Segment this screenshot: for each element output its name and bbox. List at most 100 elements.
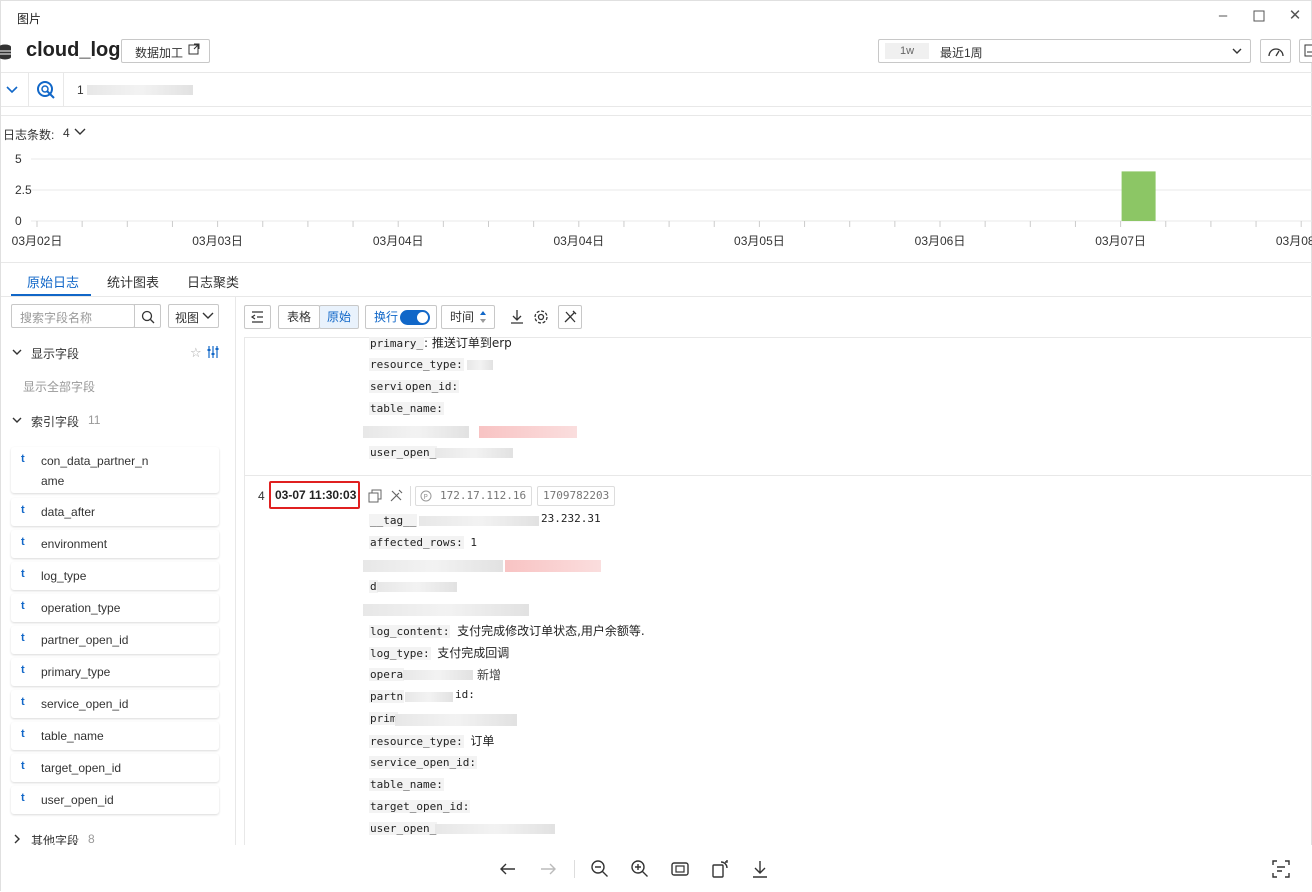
text-type-icon: t [21,453,25,465]
fit-screen-icon[interactable] [670,859,692,879]
field-name: data_after [41,505,96,519]
rotate-icon[interactable] [710,859,732,879]
unix-timestamp: 1709782203 [543,489,610,502]
logstore-header: cloud_log 数据加工 1w 最近1周 [0,33,1312,73]
field-search-input[interactable]: 搜索字段名称 [11,304,135,328]
log-key-tail: open_id: [404,380,460,393]
log-value: 支付完成修改订单状态,用户余额等. [457,624,645,638]
y-tick-label: 2.5 [15,183,32,197]
wrap-toggle[interactable]: 换行 [365,305,437,329]
chevron-right-icon[interactable] [12,834,22,844]
field-item[interactable]: t partner_open_id [11,626,219,654]
log-key: primary_ [369,337,424,350]
tab-charts[interactable]: 统计图表 [107,272,159,291]
data-process-button[interactable]: 数据加工 [121,39,210,63]
gear-icon[interactable] [533,309,549,325]
arrow-left-icon[interactable] [498,859,520,879]
query-input-redacted[interactable] [87,85,193,95]
field-name: user_open_id [41,793,114,807]
log-key: affected_rows: [369,536,464,549]
log-field-table-name: table_name: [369,776,444,794]
redacted-line [505,560,601,572]
search-icon [141,310,155,324]
source-ip-tag[interactable]: P 172.17.112.16 [415,486,532,506]
field-item[interactable]: t operation_type [11,594,219,622]
field-search-button[interactable] [134,304,161,328]
close-icon[interactable]: ✕ [1282,5,1308,27]
redacted-value [403,670,473,680]
text-recognition-icon[interactable] [1271,859,1293,879]
field-sidebar: 搜索字段名称 视图 显示字段 ☆ 显示全部字段 索引字段 11 t con_da… [1,297,236,845]
histogram-chart: 5 2.5 0 03月02日 03月03日 03月04日 03月04日 03月05日 03月06… [12,152,1312,248]
wrench-icon [564,310,577,323]
chevron-down-icon[interactable] [74,127,86,137]
field-item[interactable]: t con_data_partner_n ame [11,447,219,493]
field-item[interactable]: t target_open_id [11,754,219,782]
data-process-label: 数据加工 [135,46,184,60]
chevron-down-icon[interactable] [12,415,22,425]
log-value: 新增 [477,668,502,682]
field-item[interactable]: t table_name [11,722,219,750]
logstore-name: cloud_log [26,39,121,61]
show-all-fields-link[interactable]: 显示全部字段 [23,378,95,395]
log-field-log-type: log_type: 支付完成回调 [369,644,509,662]
table-view-button[interactable]: 表格 [278,305,320,329]
divider [63,73,64,107]
timestamp-tag[interactable]: 1709782203 [537,486,615,506]
field-name: log_type [41,569,87,583]
field-item[interactable]: t log_type [11,562,219,590]
field-settings-icon[interactable] [206,345,220,359]
tools-button[interactable] [558,305,582,329]
dashboard-gauge-button[interactable] [1260,39,1291,63]
redacted-value [377,582,457,592]
field-item[interactable]: t user_open_id [11,786,219,814]
raw-view-button[interactable]: 原始 [319,305,359,329]
view-select-label: 视图 [175,311,200,325]
collapse-chevron-icon[interactable] [5,83,19,97]
log-field-target-open-id: target_open_id: [369,798,471,816]
text-type-icon: t [21,504,25,516]
log-field-service-open-id: servi open_id: [369,378,460,396]
time-sort-button[interactable]: 时间 [441,305,495,329]
minimize-icon[interactable]: – [1210,5,1236,27]
log-key: target_open_id: [369,800,471,813]
text-type-icon: t [21,568,25,580]
log-key: opera [369,668,405,681]
field-item[interactable]: t service_open_id [11,690,219,718]
download-icon[interactable] [509,309,525,325]
chevron-down-icon [202,311,214,321]
x-tick-label: 03月04日 [553,234,604,248]
collapse-sidebar-button[interactable] [244,305,271,329]
wrench-icon[interactable] [389,488,404,503]
time-range-select[interactable]: 1w 最近1周 [878,39,1251,63]
text-type-icon: t [21,792,25,804]
log-field-log-content: log_content: 支付完成修改订单状态,用户余额等. [369,622,645,640]
tab-log-clustering[interactable]: 日志聚类 [187,272,239,291]
arrow-right-icon[interactable] [538,859,560,879]
redacted-value [419,516,539,526]
x-tick-label: 03月04日 [373,234,424,248]
zoom-in-icon[interactable] [630,859,652,879]
index-fields-count: 11 [88,413,101,427]
divider [574,860,575,878]
x-tick-label: 03月08日 [1276,234,1312,248]
chevron-down-icon[interactable] [12,347,22,357]
maximize-icon[interactable] [1246,5,1272,27]
wrap-toggle-label: 换行 [374,310,399,324]
gauge-icon [1267,44,1285,58]
star-icon[interactable]: ☆ [190,345,202,361]
field-item[interactable]: t data_after [11,498,219,526]
text-type-icon: t [21,600,25,612]
field-item[interactable]: t environment [11,530,219,558]
query-assist-icon[interactable] [36,80,56,100]
zoom-out-icon[interactable] [590,859,612,879]
download-icon[interactable] [750,859,772,879]
tab-raw-logs[interactable]: 原始日志 [27,272,79,291]
redacted-line [363,560,503,572]
copy-icon[interactable] [368,489,382,503]
text-type-icon: t [21,760,25,772]
log-key: log_type: [369,647,431,660]
save-search-button[interactable] [1299,39,1312,63]
field-item[interactable]: t primary_type [11,658,219,686]
view-select[interactable]: 视图 [168,304,219,328]
